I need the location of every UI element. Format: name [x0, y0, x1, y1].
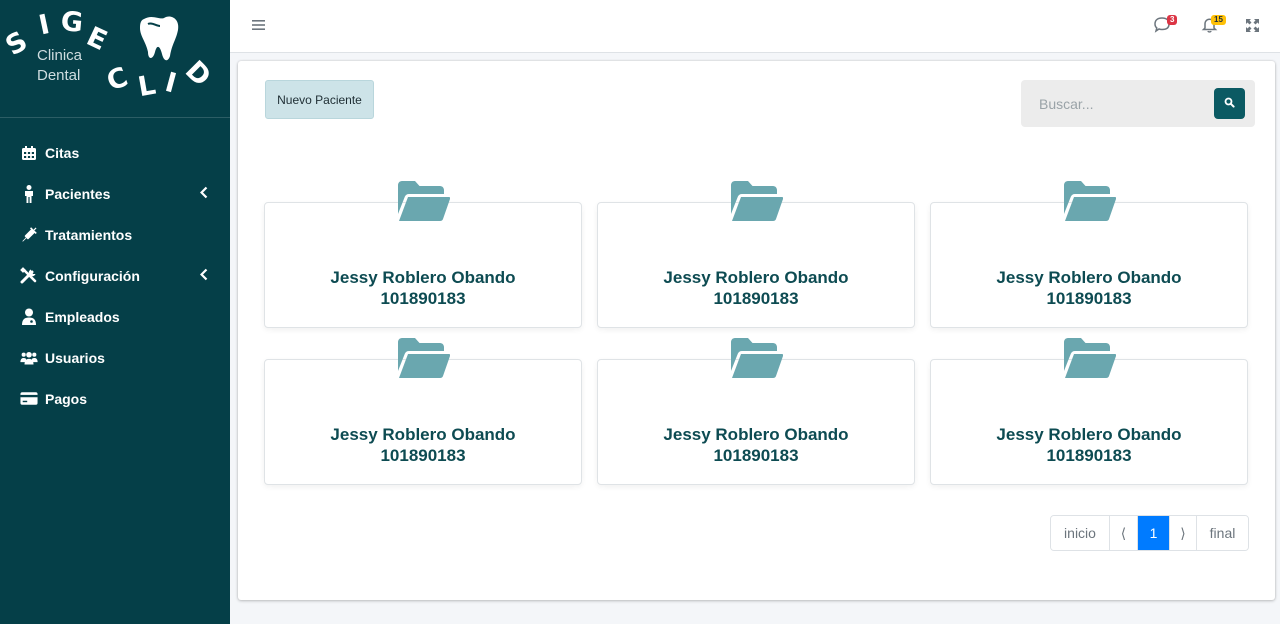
search-icon: [1224, 95, 1235, 113]
notifications-badge: 15: [1211, 15, 1226, 25]
sidebar-item-label: Usuarios: [45, 349, 105, 366]
patient-card[interactable]: Jessy Roblero Obando 101890183: [264, 338, 582, 485]
fullscreen-button[interactable]: [1246, 19, 1259, 37]
search-button[interactable]: [1214, 88, 1245, 119]
sidebar-item-usuarios[interactable]: Usuarios: [0, 337, 230, 378]
patient-name: Jessy Roblero Obando: [663, 425, 849, 444]
sidebar-item-configuracion[interactable]: Configuración: [0, 255, 230, 296]
patient-card[interactable]: Jessy Roblero Obando 101890183: [930, 181, 1248, 328]
page-first-button[interactable]: inicio: [1051, 516, 1110, 550]
patient-card[interactable]: Jessy Roblero Obando 101890183: [264, 181, 582, 328]
patient-name: Jessy Roblero Obando: [996, 425, 1182, 444]
sidebar-item-empleados[interactable]: Empleados: [0, 296, 230, 337]
patient-card[interactable]: Jessy Roblero Obando 101890183: [597, 181, 915, 328]
folder-open-icon: [398, 338, 451, 383]
search-input[interactable]: [1021, 80, 1211, 127]
page-last-button[interactable]: final: [1197, 516, 1248, 550]
logo-letter: I: [162, 67, 180, 100]
logo-letter: C: [103, 61, 132, 97]
person-icon: [20, 184, 38, 203]
hamburger-menu-icon[interactable]: [252, 18, 265, 36]
chevron-left-icon: [199, 186, 208, 204]
patient-name: Jessy Roblero Obando: [330, 268, 516, 287]
folder-open-icon: [731, 181, 784, 226]
brand-subtitle-2: Dental: [37, 67, 81, 84]
logo-letter: G: [60, 6, 85, 39]
sidebar-item-citas[interactable]: Citas: [0, 132, 230, 173]
page-next-button[interactable]: ⟩: [1170, 516, 1197, 550]
credit-card-icon: [20, 390, 38, 408]
folder-open-icon: [1064, 338, 1117, 383]
logo-letter: S: [0, 26, 32, 63]
logo-letter: D: [179, 55, 217, 93]
brand-logo[interactable]: S I G E C L I D Clinica Dental: [0, 0, 230, 118]
messages-button[interactable]: 3: [1153, 15, 1178, 38]
messages-badge: 3: [1167, 15, 1178, 25]
logo-letter: E: [82, 21, 112, 57]
patient-card[interactable]: Jessy Roblero Obando 101890183: [597, 338, 915, 485]
patient-name: Jessy Roblero Obando: [663, 268, 849, 287]
patient-id: 101890183: [380, 446, 466, 465]
folder-open-icon: [1064, 181, 1117, 226]
user-doctor-icon: [20, 308, 38, 326]
tools-icon: [20, 266, 38, 285]
patient-card[interactable]: Jessy Roblero Obando 101890183: [930, 338, 1248, 485]
sidebar-item-label: Citas: [45, 144, 80, 161]
page-prev-button[interactable]: ⟨: [1110, 516, 1138, 550]
patient-id: 101890183: [713, 289, 799, 308]
patient-name: Jessy Roblero Obando: [330, 425, 516, 444]
folder-open-icon: [398, 181, 451, 226]
pagination: inicio ⟨ 1 ⟩ final: [1050, 515, 1249, 551]
folder-open-icon: [731, 338, 784, 383]
brand-subtitle-1: Clinica: [37, 47, 83, 64]
sidebar-item-label: Tratamientos: [45, 226, 133, 243]
tooth-icon: [140, 16, 179, 61]
new-patient-button[interactable]: Nuevo Paciente: [265, 80, 374, 119]
logo-letter: I: [36, 9, 52, 41]
sidebar-item-label: Configuración: [45, 267, 140, 284]
sidebar-item-pagos[interactable]: Pagos: [0, 378, 230, 419]
sigeclid-logo: S I G E C L I D: [0, 6, 217, 104]
search-box: [1021, 80, 1255, 127]
patient-id: 101890183: [380, 289, 466, 308]
sidebar: S I G E C L I D Clinica Dental Citas Pac…: [0, 0, 230, 624]
patient-id: 101890183: [1046, 446, 1132, 465]
patient-id: 101890183: [713, 446, 799, 465]
sidebar-item-label: Empleados: [45, 308, 120, 325]
topbar: 3 15: [230, 0, 1280, 53]
calendar-icon: [20, 144, 38, 162]
patients-panel: Nuevo Paciente Jessy Roblero Obando 1018…: [238, 61, 1275, 600]
logo-letter: L: [136, 70, 158, 104]
sidebar-item-label: Pacientes: [45, 185, 111, 202]
sidebar-item-pacientes[interactable]: Pacientes: [0, 173, 230, 214]
syringe-icon: [20, 226, 38, 244]
sidebar-menu: Citas Pacientes Tratamientos Configuraci…: [0, 132, 230, 419]
page-current-button[interactable]: 1: [1138, 516, 1170, 550]
notifications-button[interactable]: 15: [1201, 15, 1226, 38]
users-icon: [20, 349, 38, 367]
expand-arrows-icon: [1246, 19, 1259, 36]
sidebar-item-label: Pagos: [45, 390, 88, 407]
sidebar-item-tratamientos[interactable]: Tratamientos: [0, 214, 230, 255]
patient-name: Jessy Roblero Obando: [996, 268, 1182, 287]
patient-id: 101890183: [1046, 289, 1132, 308]
chevron-left-icon: [199, 268, 208, 286]
